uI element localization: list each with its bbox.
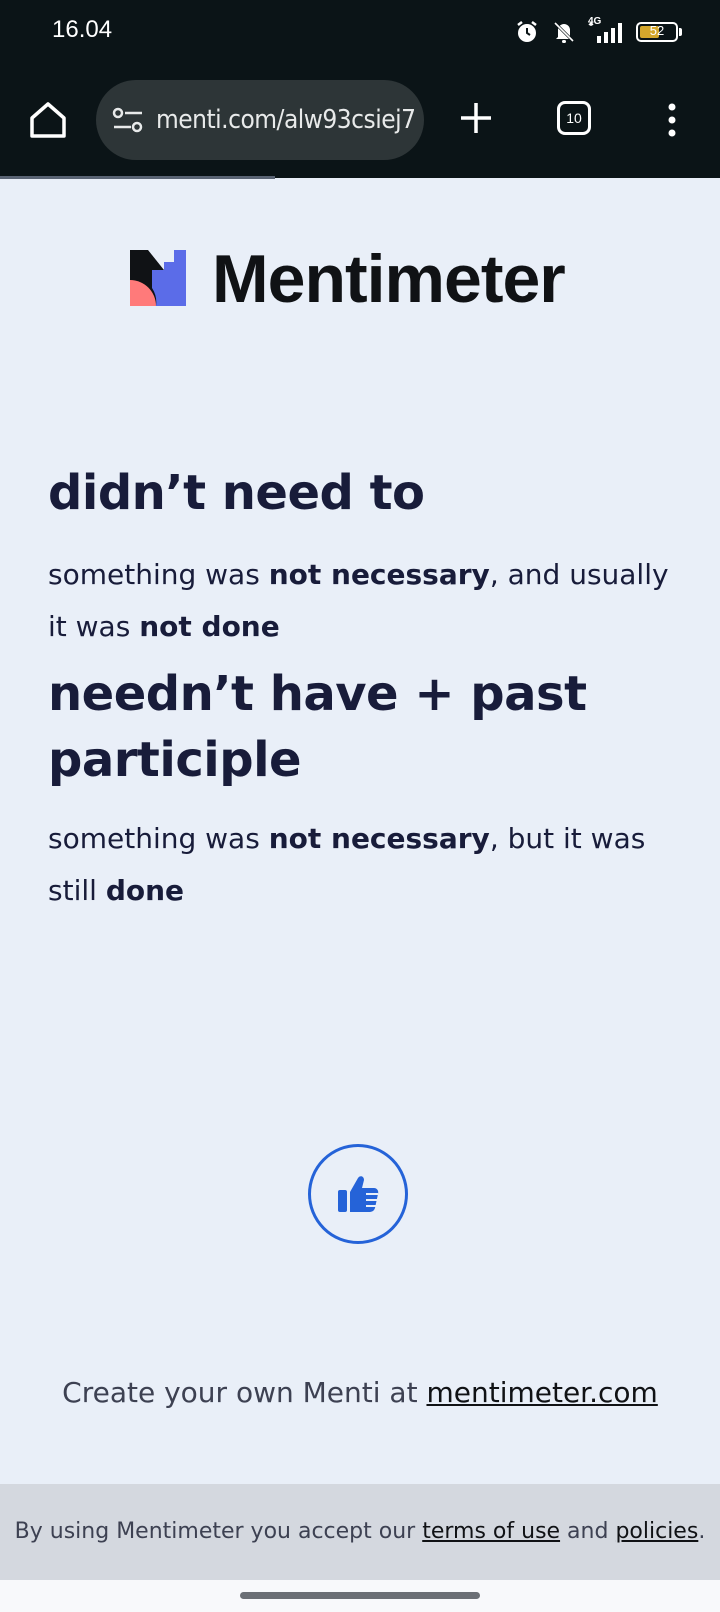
mute-bell-icon	[553, 21, 575, 43]
mentimeter-link[interactable]: mentimeter.com	[426, 1376, 657, 1409]
new-tab-icon[interactable]	[458, 100, 494, 136]
mentimeter-logo: Mentimeter	[130, 240, 566, 318]
like-button[interactable]	[308, 1144, 408, 1244]
heading-neednt-have: needn’t have + past participle	[48, 666, 587, 789]
definition-1: something was not necessary, and usually…	[48, 558, 669, 644]
create-menti-prompt: Create your own Menti at mentimeter.com	[62, 1376, 658, 1409]
browser-chrome: 16.04 4G 52 menti.com/alw93csiej7 10	[0, 0, 720, 178]
mentimeter-logo-icon	[130, 250, 186, 306]
address-bar[interactable]: menti.com/alw93csiej7	[96, 80, 424, 160]
alarm-icon	[517, 21, 537, 42]
battery-icon: 52	[636, 22, 678, 42]
brand-name: Mentimeter	[212, 241, 566, 317]
status-time: 16.04	[52, 16, 113, 43]
policies-link[interactable]: policies	[615, 1519, 698, 1544]
more-menu-icon[interactable]	[666, 102, 678, 138]
gesture-handle[interactable]	[240, 1592, 480, 1599]
battery-level: 52	[649, 23, 665, 38]
signal-indicator: 4G	[588, 16, 626, 44]
slide-content: didn’t need to something was not necessa…	[48, 460, 678, 917]
page-load-progress	[0, 176, 275, 179]
terms-of-use-link[interactable]: terms of use	[422, 1519, 560, 1544]
network-type: 4G	[588, 16, 602, 27]
url-text: menti.com/alw93csiej7	[156, 105, 416, 135]
site-settings-icon[interactable]	[112, 106, 144, 134]
home-icon[interactable]	[26, 98, 70, 142]
thumbs-up-icon	[338, 1176, 379, 1212]
heading-didnt-need-to: didn’t need to	[48, 465, 425, 521]
definition-2: something was not necessary, but it was …	[48, 822, 646, 908]
tab-switcher-button[interactable]: 10	[557, 101, 591, 135]
status-icons: 4G 52	[514, 16, 682, 46]
terms-footer: By using Mentimeter you accept our terms…	[0, 1484, 720, 1580]
